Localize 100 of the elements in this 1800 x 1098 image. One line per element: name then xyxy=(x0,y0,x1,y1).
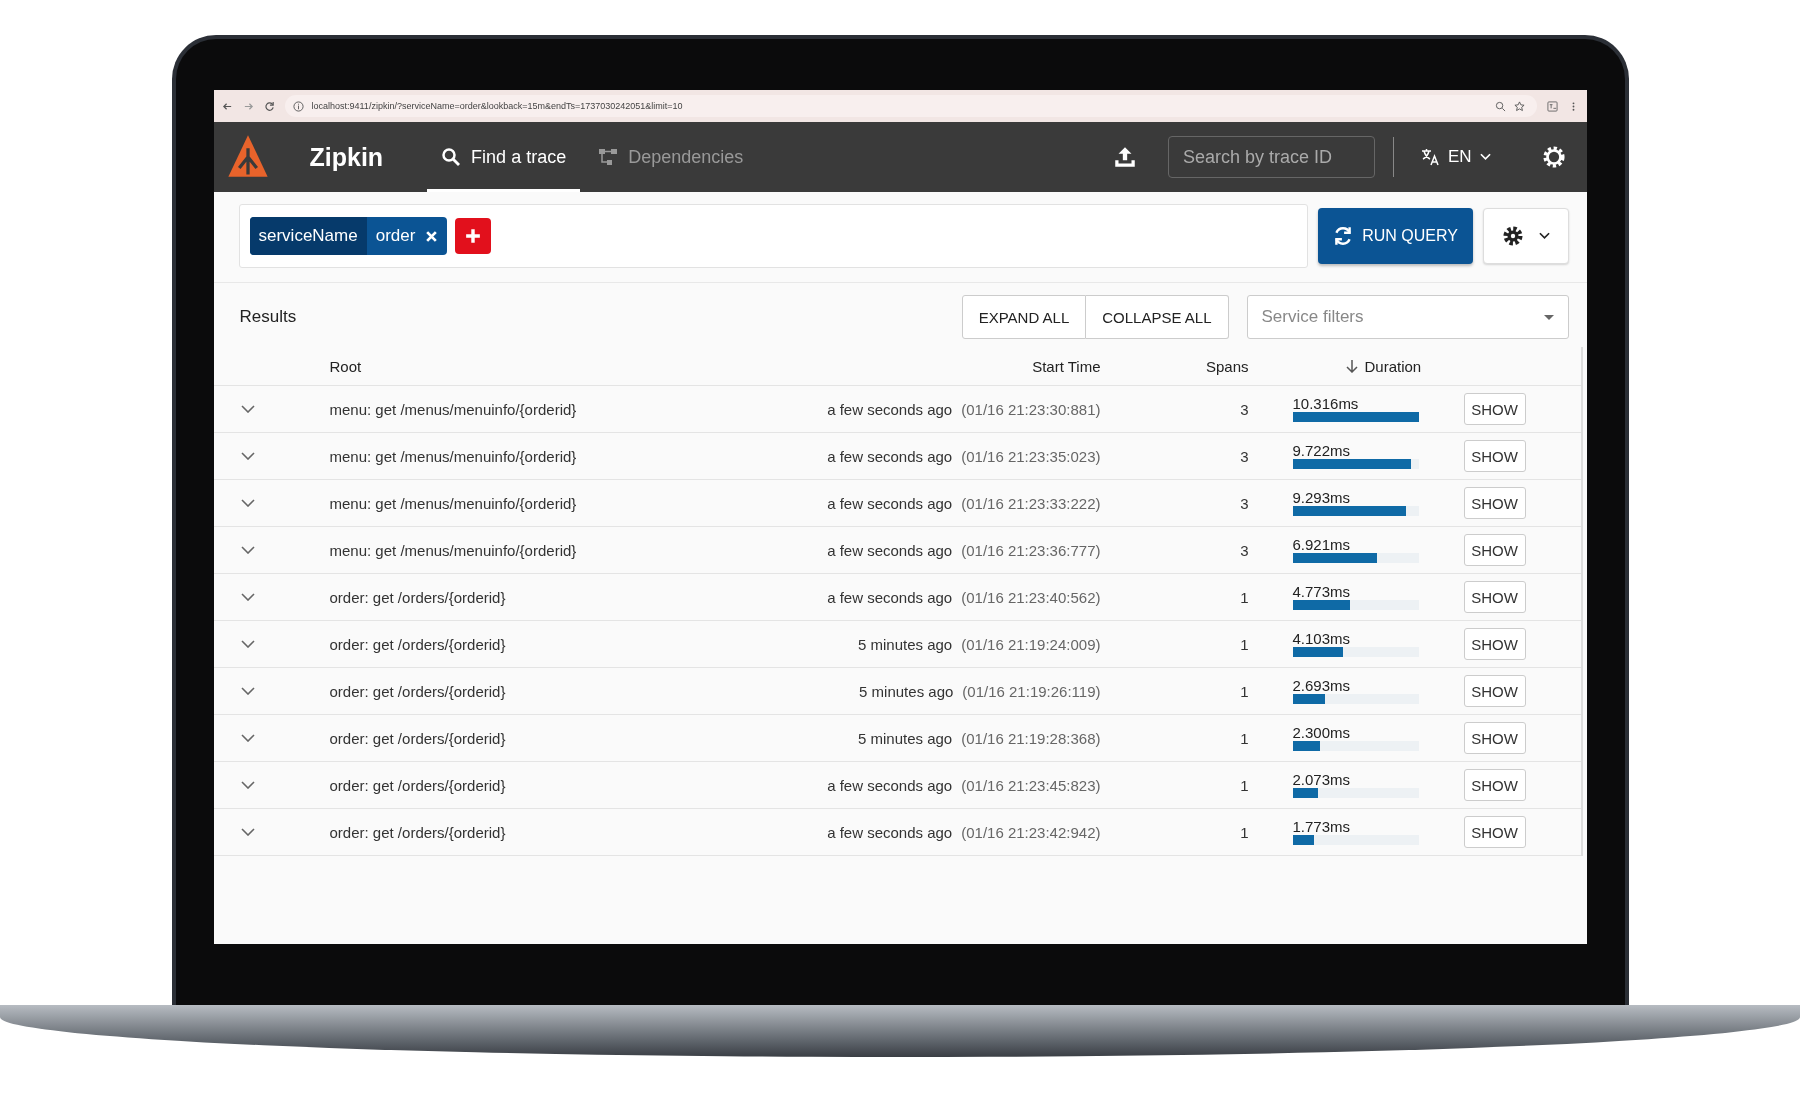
root-span-name: order: get /orders/{orderid} xyxy=(329,635,507,653)
duration-value: 2.073ms xyxy=(1292,772,1351,788)
collapse-all-button[interactable]: COLLAPSE ALL xyxy=(1086,295,1229,339)
results-title: Results xyxy=(239,307,297,327)
span-count: 3 xyxy=(1239,494,1249,512)
timestamp: (01/16 21:23:30:881) xyxy=(961,400,1101,418)
span-count: 1 xyxy=(1239,729,1249,747)
settings-menu-button[interactable] xyxy=(1482,208,1569,264)
criterion-chip[interactable]: serviceName order xyxy=(249,217,448,255)
expand-chevron-icon[interactable] xyxy=(240,405,255,413)
timestamp: (01/16 21:23:40:562) xyxy=(961,588,1101,606)
expand-chevron-icon[interactable] xyxy=(240,781,255,789)
span-count: 3 xyxy=(1239,541,1249,559)
caret-icon xyxy=(1539,232,1550,240)
show-button[interactable]: SHOW xyxy=(1463,440,1526,472)
plus-icon xyxy=(465,228,482,244)
info-icon xyxy=(292,100,304,112)
show-button[interactable]: SHOW xyxy=(1463,581,1526,613)
duration-value: 2.693ms xyxy=(1292,678,1351,694)
hierarchy-icon xyxy=(598,147,619,167)
language-selector[interactable]: EN xyxy=(1413,146,1497,168)
duration-value: 10.316ms xyxy=(1292,396,1359,412)
search-icon xyxy=(441,147,462,167)
timestamp: (01/16 21:19:28:368) xyxy=(961,729,1101,747)
relative-time: a few seconds ago xyxy=(827,447,953,465)
span-count: 1 xyxy=(1239,823,1249,841)
relative-time: a few seconds ago xyxy=(827,400,953,418)
nav-tab[interactable]: Find a trace xyxy=(427,122,581,192)
relative-time: a few seconds ago xyxy=(827,823,953,841)
close-icon[interactable] xyxy=(425,229,439,243)
expand-chevron-icon[interactable] xyxy=(240,640,255,648)
timestamp: (01/16 21:23:33:222) xyxy=(961,494,1101,512)
show-button[interactable]: SHOW xyxy=(1463,722,1526,754)
url-text: localhost:9411/zipkin/?serviceName=order&lookback=15m&endTs=1737030242051&limit=10 xyxy=(311,101,683,111)
show-button[interactable]: SHOW xyxy=(1463,393,1526,425)
add-criterion-button[interactable] xyxy=(455,218,492,254)
show-button[interactable]: SHOW xyxy=(1463,769,1526,801)
expand-chevron-icon[interactable] xyxy=(240,452,255,460)
show-button[interactable]: SHOW xyxy=(1463,628,1526,660)
relative-time: 5 minutes ago xyxy=(859,682,954,700)
column-header[interactable]: Root xyxy=(329,357,730,375)
query-field[interactable]: serviceName order xyxy=(238,204,1308,268)
dropdown-arrow-icon xyxy=(1543,314,1554,320)
timestamp: (01/16 21:19:26:119) xyxy=(962,682,1101,700)
reload-icon[interactable] xyxy=(263,100,275,112)
star-icon[interactable] xyxy=(1513,100,1525,112)
root-span-name: order: get /orders/{orderid} xyxy=(329,588,507,606)
span-count: 1 xyxy=(1239,635,1249,653)
span-count: 1 xyxy=(1239,682,1249,700)
timestamp: (01/16 21:19:24:009) xyxy=(961,635,1101,653)
span-count: 1 xyxy=(1239,776,1249,794)
nav-tab[interactable]: Dependencies xyxy=(584,122,758,192)
column-header[interactable]: Spans xyxy=(1100,357,1249,375)
criterion-key: serviceName xyxy=(249,217,367,255)
timestamp: (01/16 21:23:36:777) xyxy=(961,541,1101,559)
duration-value: 4.103ms xyxy=(1292,631,1351,647)
settings-icon xyxy=(1501,224,1525,248)
expand-chevron-icon[interactable] xyxy=(240,734,255,742)
trace-search-field[interactable]: Search by trace ID xyxy=(1167,136,1375,178)
column-header[interactable]: Duration xyxy=(1292,357,1464,375)
relative-time: a few seconds ago xyxy=(827,541,953,559)
expand-chevron-icon[interactable] xyxy=(240,499,255,507)
root-span-name: order: get /orders/{orderid} xyxy=(329,729,507,747)
root-span-name: order: get /orders/{orderid} xyxy=(329,776,507,794)
timestamp: (01/16 21:23:45:823) xyxy=(961,776,1101,794)
duration-value: 1.773ms xyxy=(1292,819,1351,835)
expand-chevron-icon[interactable] xyxy=(240,828,255,836)
expand-chevron-icon[interactable] xyxy=(240,593,255,601)
span-count: 3 xyxy=(1239,447,1249,465)
root-span-name: menu: get /menus/menuinfo/{orderid} xyxy=(329,494,578,512)
timestamp: (01/16 21:23:42:942) xyxy=(961,823,1101,841)
expand-all-button[interactable]: EXPAND ALL xyxy=(961,295,1087,339)
duration-value: 2.300ms xyxy=(1292,725,1351,741)
relative-time: 5 minutes ago xyxy=(858,635,953,653)
zoom-icon[interactable] xyxy=(1494,100,1506,112)
root-span-name: order: get /orders/{orderid} xyxy=(329,682,507,700)
criterion-value: order xyxy=(374,226,417,246)
expand-chevron-icon[interactable] xyxy=(240,546,255,554)
timestamp: (01/16 21:23:35:023) xyxy=(961,447,1101,465)
service-filter-dropdown[interactable]: Service filters xyxy=(1246,295,1569,339)
show-button[interactable]: SHOW xyxy=(1463,487,1526,519)
relative-time: a few seconds ago xyxy=(827,776,953,794)
column-header[interactable]: Start Time xyxy=(729,357,1101,375)
show-button[interactable]: SHOW xyxy=(1463,675,1526,707)
address-bar[interactable]: localhost:9411/zipkin/?serviceName=order&lookback=15m&endTs=1737030242051&limit=10 xyxy=(284,95,1537,117)
expand-chevron-icon[interactable] xyxy=(240,687,255,695)
duration-value: 4.773ms xyxy=(1292,584,1351,600)
duration-value: 6.921ms xyxy=(1292,537,1351,553)
run-query-button[interactable]: RUN QUERY xyxy=(1317,208,1473,264)
root-span-name: menu: get /menus/menuinfo/{orderid} xyxy=(329,447,578,465)
relative-time: 5 minutes ago xyxy=(858,729,953,747)
relative-time: a few seconds ago xyxy=(827,494,953,512)
show-button[interactable]: SHOW xyxy=(1463,534,1526,566)
caret-icon xyxy=(1479,153,1491,161)
root-span-name: order: get /orders/{orderid} xyxy=(329,823,507,841)
duration-value: 9.722ms xyxy=(1292,443,1351,459)
show-button[interactable]: SHOW xyxy=(1463,816,1526,848)
app-title: Zipkin xyxy=(309,142,384,172)
root-span-name: menu: get /menus/menuinfo/{orderid} xyxy=(329,400,578,418)
span-count: 1 xyxy=(1239,588,1249,606)
